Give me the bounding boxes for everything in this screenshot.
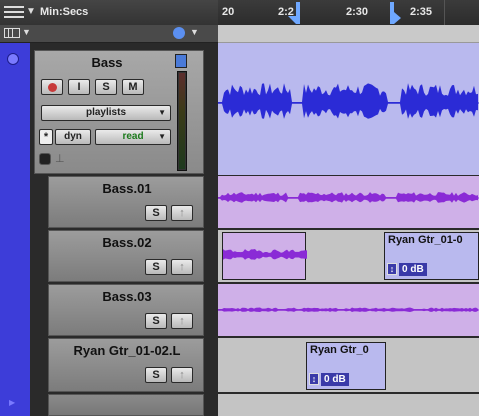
empty-lane — [218, 394, 479, 416]
solo-button[interactable]: S — [145, 259, 167, 275]
playlist-lane[interactable]: Ryan Gtr_0 ↕ 0 dB — [218, 338, 479, 392]
track-options-icon[interactable] — [175, 54, 187, 68]
dropdown-arrow-icon: ▼ — [158, 108, 166, 117]
audio-clip[interactable]: Ryan Gtr_01-0 ↕ 0 dB — [384, 232, 479, 280]
level-meter — [177, 71, 187, 171]
input-monitor-button[interactable]: I — [68, 79, 90, 95]
automation-mode-selector[interactable]: read ▼ — [95, 129, 171, 145]
track-color-strip: ▶ — [0, 43, 30, 416]
playlist-waveform — [218, 307, 479, 312]
playlist-lane[interactable] — [218, 176, 479, 228]
ruler-tick: 2:30 — [346, 6, 369, 18]
ruler-dropdown-icon[interactable]: ▼ — [26, 6, 36, 17]
playlist-lane[interactable]: Ryan Gtr_01-0 ↕ 0 dB — [218, 230, 479, 282]
timebase-icon[interactable] — [39, 153, 51, 165]
automation-param-selector[interactable]: dyn — [55, 129, 91, 145]
solo-button[interactable]: S — [145, 313, 167, 329]
playlist-lane[interactable] — [218, 284, 479, 336]
copy-to-main-button[interactable]: ↑ — [171, 205, 193, 221]
clock-dropdown-icon[interactable]: ▼ — [190, 27, 199, 37]
record-enable-button[interactable] — [41, 79, 63, 95]
playlist-track-header: Bass.01 S ↑ — [48, 176, 204, 228]
playlists-selector[interactable]: playlists ▼ — [41, 105, 171, 121]
clip-gain-icon[interactable]: ↕ — [387, 263, 397, 275]
selection-end-flag[interactable] — [394, 12, 401, 24]
solo-button[interactable]: S — [95, 79, 117, 95]
copy-to-main-button[interactable]: ↑ — [171, 367, 193, 383]
clip-gain-label: 0 dB — [321, 373, 349, 386]
playlist-track-header: Bass.02 S ↑ — [48, 230, 204, 282]
time-ruler[interactable]: 20 2:2 2:30 2:35 — [218, 0, 479, 25]
playlist-track-name[interactable]: Ryan Gtr_01-02.L — [49, 343, 205, 358]
clock-icon[interactable] — [173, 27, 185, 39]
clip-name: Ryan Gtr_0 — [310, 344, 369, 356]
clip-waveform — [223, 249, 307, 260]
playlist-track-header: Bass.03 S ↑ — [48, 284, 204, 336]
ruler-label-area: ▼ Min:Secs — [0, 0, 218, 25]
playlist-track-name[interactable]: Bass.01 — [49, 181, 205, 196]
audio-clip[interactable] — [222, 232, 307, 280]
dropdown-arrow-icon: ▼ — [158, 132, 166, 141]
selection-start-marker[interactable] — [296, 2, 300, 24]
clip-gain-label: 0 dB — [399, 263, 427, 276]
clip-name: Ryan Gtr_01-0 — [388, 234, 463, 246]
expand-arrow-icon[interactable]: ▶ — [9, 398, 15, 407]
main-waveform — [218, 83, 479, 119]
playlist-track-header: Ryan Gtr_01-02.L S ↑ — [48, 338, 204, 392]
ruler-format-label[interactable]: Min:Secs — [40, 6, 88, 18]
playlists-label: playlists — [85, 107, 127, 118]
playlist-track-name[interactable]: Bass.02 — [49, 235, 205, 250]
playlist-waveform — [218, 192, 479, 203]
track-name[interactable]: Bass — [41, 55, 173, 70]
main-track-lane[interactable] — [218, 43, 479, 175]
copy-to-main-button[interactable]: ↑ — [171, 259, 193, 275]
automation-star-button[interactable]: * — [39, 129, 53, 145]
playlist-track-name[interactable]: Bass.03 — [49, 289, 205, 304]
track-list-header: ▼ ▼ — [0, 25, 218, 43]
lock-icon: ⊥ — [55, 153, 65, 165]
solo-button[interactable]: S — [145, 205, 167, 221]
ruler-divider — [444, 0, 445, 25]
marker-ruler — [218, 25, 479, 43]
copy-to-main-button[interactable]: ↑ — [171, 313, 193, 329]
audio-clip[interactable]: Ryan Gtr_0 ↕ 0 dB — [306, 342, 386, 390]
ruler-tick: 2:35 — [410, 6, 433, 18]
record-icon — [47, 83, 57, 92]
track-view-dropdown-icon[interactable]: ▼ — [22, 27, 31, 37]
menu-icon[interactable] — [4, 6, 24, 19]
solo-button[interactable]: S — [145, 367, 167, 383]
header-edge — [204, 43, 218, 416]
empty-track-area — [48, 394, 204, 416]
ruler-tick: 20 — [222, 6, 235, 18]
clip-gain-icon[interactable]: ↕ — [309, 373, 319, 385]
main-track-header: Bass I S M playlists ▼ * dyn read ▼ ⊥ — [34, 50, 204, 174]
track-view-icon[interactable] — [4, 28, 20, 38]
selection-start-flag[interactable] — [288, 16, 296, 24]
automation-mode-label: read — [122, 131, 144, 142]
mute-button[interactable]: M — [122, 79, 144, 95]
expand-collapse-icon[interactable] — [7, 53, 19, 65]
